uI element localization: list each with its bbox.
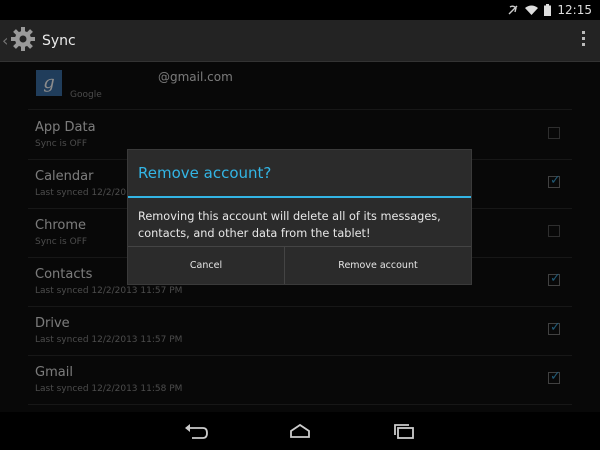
- battery-icon: [544, 4, 552, 16]
- status-bar: 12:15: [0, 0, 600, 20]
- action-bar: ‹ Sync: [0, 20, 600, 62]
- dialog-title-divider: [128, 196, 471, 198]
- wifi-icon: [525, 5, 539, 16]
- home-icon[interactable]: [288, 423, 312, 439]
- recents-icon[interactable]: [392, 423, 416, 439]
- dialog-message: Removing this account will delete all of…: [138, 210, 441, 240]
- settings-gear-icon[interactable]: [10, 26, 36, 56]
- dialog-button-bar: Cancel Remove account: [128, 246, 471, 284]
- overflow-menu-icon[interactable]: [582, 31, 586, 46]
- status-time: 12:15: [557, 3, 592, 17]
- remove-account-button[interactable]: Remove account: [285, 247, 471, 284]
- silent-icon: [507, 4, 519, 16]
- cancel-button[interactable]: Cancel: [128, 247, 285, 284]
- dialog-title: Remove account?: [138, 164, 272, 182]
- navigation-bar: [0, 412, 600, 450]
- up-navigation-icon[interactable]: ‹: [2, 31, 10, 50]
- back-icon[interactable]: [184, 423, 208, 439]
- remove-account-dialog: Remove account? Removing this account wi…: [128, 150, 471, 284]
- page-title: Sync: [42, 32, 76, 49]
